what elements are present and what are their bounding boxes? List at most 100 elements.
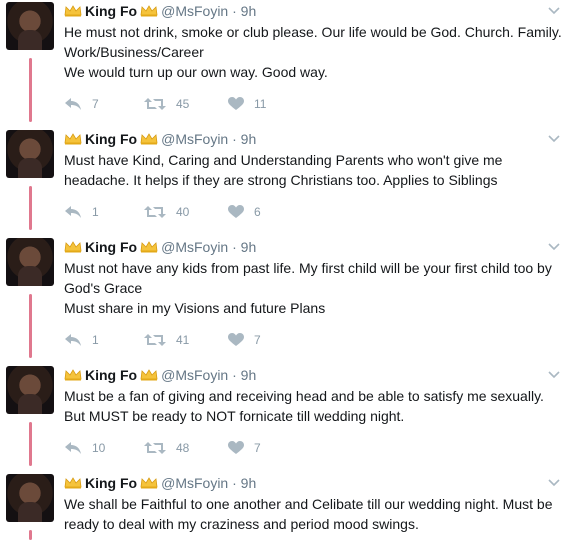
retweet-icon (144, 98, 166, 110)
separator-dot: · (232, 3, 237, 19)
heart-icon (228, 441, 244, 454)
reply-button[interactable]: 1 (64, 202, 99, 222)
heart-icon (228, 205, 244, 218)
separator-dot: · (232, 367, 237, 383)
author-handle[interactable]: @MsFoyin (161, 131, 228, 147)
crown-emoji-icon (140, 241, 158, 253)
retweet-count: 45 (176, 97, 190, 111)
crown-emoji-icon (64, 5, 82, 17)
author-name[interactable]: King Fo (85, 3, 137, 19)
reply-button[interactable]: 7 (64, 94, 99, 114)
thread-connector (29, 422, 32, 466)
tweet-header: King Fo @MsFoyin · 9h (64, 238, 564, 256)
tweet-text-line: But MUST be ready to NOT fornicate till … (64, 408, 405, 424)
crown-emoji-icon (140, 133, 158, 145)
like-count: 6 (254, 205, 261, 219)
reply-icon (65, 206, 81, 218)
thread-connector (29, 58, 32, 122)
reply-icon (65, 442, 81, 454)
tweet-timestamp[interactable]: 9h (241, 475, 257, 491)
crown-emoji-icon (64, 133, 82, 145)
thread-connector (29, 294, 32, 358)
reply-icon (65, 98, 81, 110)
reply-button[interactable]: 1 (64, 330, 99, 350)
retweet-button[interactable]: 40 (144, 202, 189, 222)
author-name[interactable]: King Fo (85, 131, 137, 147)
retweet-icon (144, 334, 166, 346)
avatar[interactable] (6, 238, 54, 286)
tweet-text-line: Must share in my Visions and future Plan… (64, 300, 326, 316)
tweet-actions: 7 45 11 (64, 94, 564, 114)
chevron-down-icon[interactable] (548, 4, 560, 16)
tweet-actions: 10 48 7 (64, 438, 564, 458)
tweet-text-line: ready to deal with my craziness and peri… (64, 516, 419, 532)
chevron-down-icon[interactable] (548, 240, 560, 252)
avatar[interactable] (6, 366, 54, 414)
tweet-text-line: Work/Business/Career (64, 44, 204, 60)
reply-button[interactable]: 10 (64, 438, 105, 458)
avatar[interactable] (6, 130, 54, 178)
tweet-timestamp[interactable]: 9h (241, 367, 257, 383)
heart-icon (228, 333, 244, 346)
tweet-text-line: Must have Kind, Caring and Understanding… (64, 152, 503, 168)
reply-icon (65, 334, 81, 346)
author-handle[interactable]: @MsFoyin (161, 239, 228, 255)
retweet-button[interactable]: 41 (144, 330, 189, 350)
crown-emoji-icon (64, 477, 82, 489)
tweet-text: Must have Kind, Caring and Understanding… (64, 150, 564, 190)
chevron-down-icon[interactable] (548, 368, 560, 380)
tweet-text-line: He must not drink, smoke or club please.… (64, 24, 562, 40)
thread-connector (29, 186, 32, 230)
tweet-text-line: headache. It helps if they are strong Ch… (64, 172, 498, 188)
crown-emoji-icon (140, 5, 158, 17)
crown-emoji-icon (140, 369, 158, 381)
retweet-button[interactable]: 48 (144, 438, 189, 458)
tweet-text-line: We would turn up our own way. Good way. (64, 64, 328, 80)
author-handle[interactable]: @MsFoyin (161, 367, 228, 383)
tweet-text-line: We shall be Faithful to one another and … (64, 496, 553, 512)
separator-dot: · (232, 475, 237, 491)
chevron-down-icon[interactable] (548, 476, 560, 488)
retweet-icon (144, 206, 166, 218)
author-handle[interactable]: @MsFoyin (161, 475, 228, 491)
tweet-header: King Fo @MsFoyin · 9h (64, 474, 564, 492)
avatar[interactable] (6, 474, 54, 522)
like-button[interactable]: 7 (228, 330, 261, 350)
chevron-down-icon[interactable] (548, 132, 560, 144)
reply-count: 7 (92, 97, 99, 111)
retweet-button[interactable]: 45 (144, 94, 189, 114)
author-name[interactable]: King Fo (85, 475, 137, 491)
like-count: 7 (254, 441, 261, 455)
tweet-timestamp[interactable]: 9h (241, 239, 257, 255)
tweet-thread: King Fo @MsFoyin · 9h He must not drink, … (0, 0, 580, 540)
heart-icon (228, 97, 244, 110)
crown-emoji-icon (64, 241, 82, 253)
tweet-actions: 1 41 7 (64, 330, 564, 350)
retweet-count: 40 (176, 205, 190, 219)
tweet-text-line: God's Grace (64, 280, 143, 296)
like-button[interactable]: 6 (228, 202, 261, 222)
tweet-header: King Fo @MsFoyin · 9h (64, 2, 564, 20)
separator-dot: · (232, 131, 237, 147)
reply-count: 1 (92, 333, 99, 347)
like-count: 11 (254, 97, 267, 111)
crown-emoji-icon (140, 477, 158, 489)
reply-count: 1 (92, 205, 99, 219)
retweet-count: 48 (176, 441, 190, 455)
tweet-text: Must be a fan of giving and receiving he… (64, 386, 564, 426)
like-button[interactable]: 11 (228, 94, 266, 114)
avatar[interactable] (6, 2, 54, 50)
author-name[interactable]: King Fo (85, 239, 137, 255)
author-handle[interactable]: @MsFoyin (161, 3, 228, 19)
like-count: 7 (254, 333, 261, 347)
reply-count: 10 (92, 441, 106, 455)
separator-dot: · (232, 239, 237, 255)
tweet-timestamp[interactable]: 9h (241, 3, 257, 19)
author-name[interactable]: King Fo (85, 367, 137, 383)
like-button[interactable]: 7 (228, 438, 261, 458)
tweet-timestamp[interactable]: 9h (241, 131, 257, 147)
tweet-text: He must not drink, smoke or club please.… (64, 22, 564, 82)
tweet-header: King Fo @MsFoyin · 9h (64, 130, 564, 148)
tweet-text-line: Must be a fan of giving and receiving he… (64, 388, 544, 404)
tweet-text: Must not have any kids from past life. M… (64, 258, 564, 318)
